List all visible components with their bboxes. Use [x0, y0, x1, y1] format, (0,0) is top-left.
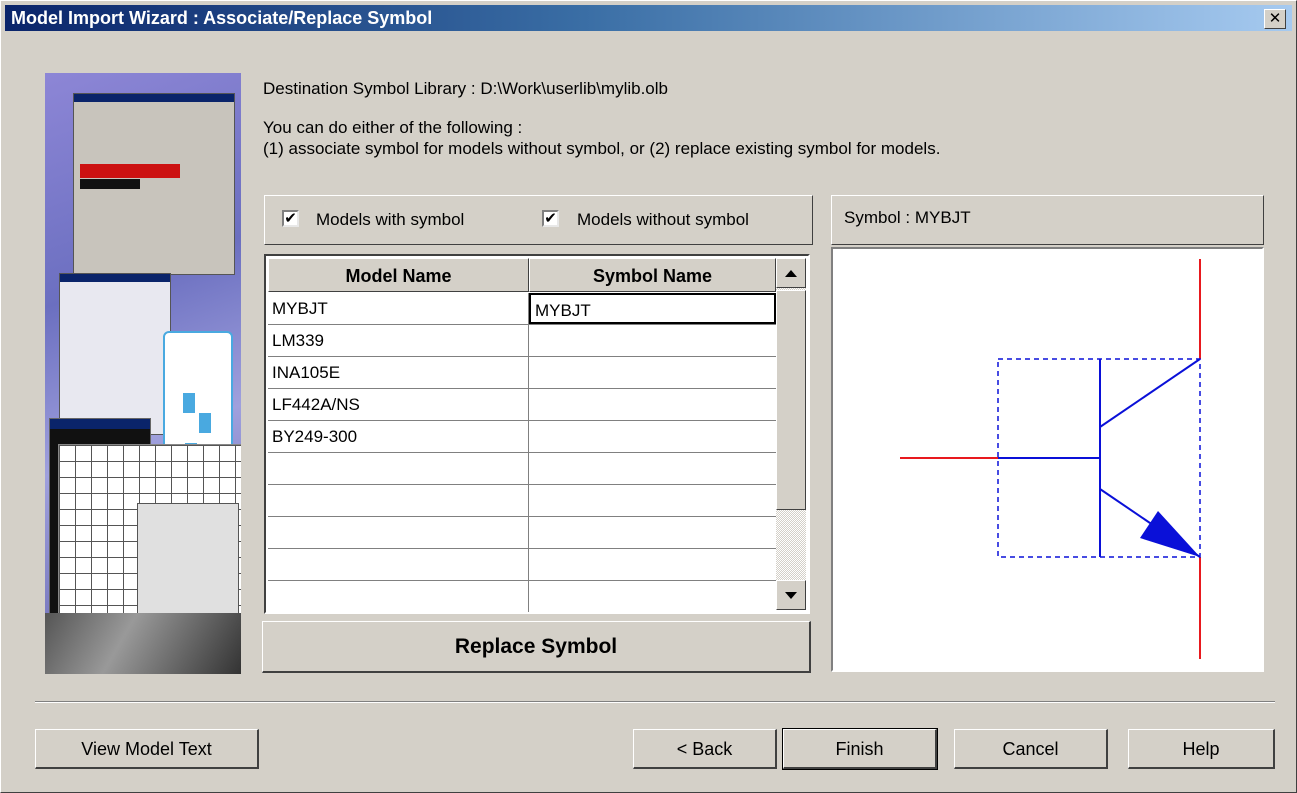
title-bar: Model Import Wizard : Associate/Replace …: [5, 5, 1292, 31]
empty-cell[interactable]: [529, 453, 776, 484]
table-row[interactable]: LM339: [268, 325, 776, 357]
bjt-symbol-graphic: [900, 259, 1201, 659]
table-row[interactable]: INA105E: [268, 357, 776, 389]
model-name-cell[interactable]: MYBJT: [268, 293, 529, 324]
models-with-symbol-checkbox[interactable]: ✔: [282, 210, 299, 227]
emitter-arrow: [1140, 511, 1200, 557]
table-row-empty[interactable]: [268, 453, 776, 485]
empty-cell[interactable]: [268, 549, 529, 580]
illustration-window-2: [59, 273, 171, 435]
illustration-waveform: [49, 418, 241, 674]
instruction-text-2: (1) associate symbol for models without …: [263, 139, 941, 158]
column-header-model-name[interactable]: Model Name: [268, 258, 529, 292]
table-row[interactable]: BY249-300: [268, 421, 776, 453]
collector-lead: [1099, 358, 1201, 428]
model-symbol-grid[interactable]: Model Name Symbol Name MYBJT MYBJT LM339…: [264, 254, 810, 614]
symbol-preview-header: Symbol : MYBJT: [831, 195, 1264, 245]
filter-panel: ✔ Models with symbol ✔ Models without sy…: [264, 195, 813, 245]
cancel-button[interactable]: Cancel: [954, 729, 1108, 769]
instruction-text-1: You can do either of the following :: [263, 118, 523, 137]
table-row-empty[interactable]: [268, 549, 776, 581]
models-without-symbol-label[interactable]: Models without symbol: [577, 210, 749, 230]
finish-button[interactable]: Finish: [782, 728, 938, 770]
empty-cell[interactable]: [268, 581, 529, 612]
model-name-cell[interactable]: INA105E: [268, 357, 529, 388]
symbol-name-cell[interactable]: [529, 357, 776, 388]
table-row-empty[interactable]: [268, 581, 776, 613]
table-row[interactable]: LF442A/NS: [268, 389, 776, 421]
close-icon: ✕: [1268, 10, 1282, 27]
scroll-thumb[interactable]: [776, 290, 806, 510]
model-name-cell[interactable]: BY249-300: [268, 421, 529, 452]
table-row[interactable]: MYBJT MYBJT: [268, 293, 776, 325]
table-row-empty[interactable]: [268, 485, 776, 517]
view-model-text-button[interactable]: View Model Text: [35, 729, 259, 769]
models-without-symbol-checkbox[interactable]: ✔: [542, 210, 559, 227]
close-button[interactable]: ✕: [1264, 9, 1286, 29]
symbol-name-cell[interactable]: [529, 389, 776, 420]
illustration-window-1: [73, 93, 235, 275]
replace-symbol-button[interactable]: Replace Symbol: [262, 621, 811, 673]
vertical-scrollbar[interactable]: [776, 258, 806, 610]
down-arrow-icon: [785, 591, 797, 599]
models-with-symbol-label[interactable]: Models with symbol: [316, 210, 464, 230]
empty-cell[interactable]: [268, 485, 529, 516]
empty-cell[interactable]: [268, 453, 529, 484]
scroll-up-button[interactable]: [776, 258, 806, 288]
scroll-down-button[interactable]: [776, 580, 806, 610]
empty-cell[interactable]: [529, 549, 776, 580]
illustration-table: [137, 503, 239, 615]
symbol-name-cell[interactable]: [529, 325, 776, 356]
checkmark-icon: ✔: [544, 210, 557, 227]
empty-cell[interactable]: [529, 485, 776, 516]
model-name-cell[interactable]: LF442A/NS: [268, 389, 529, 420]
up-arrow-icon: [785, 269, 797, 277]
symbol-name-cell[interactable]: MYBJT: [529, 293, 776, 324]
button-separator: [35, 701, 1275, 703]
checkmark-icon: ✔: [284, 210, 297, 227]
destination-library-label: Destination Symbol Library : D:\Work\use…: [263, 79, 668, 98]
empty-cell[interactable]: [268, 517, 529, 548]
illustration-footer: [45, 613, 241, 674]
empty-cell[interactable]: [529, 581, 776, 612]
symbol-preview-canvas: [831, 247, 1264, 672]
table-row-empty[interactable]: [268, 517, 776, 549]
symbol-name-cell[interactable]: [529, 421, 776, 452]
column-header-symbol-name[interactable]: Symbol Name: [529, 258, 776, 292]
symbol-preview-label: Symbol : MYBJT: [844, 208, 971, 227]
wizard-illustration: [45, 73, 241, 674]
window-title: Model Import Wizard : Associate/Replace …: [11, 8, 433, 28]
help-button[interactable]: Help: [1128, 729, 1275, 769]
wizard-window: Model Import Wizard : Associate/Replace …: [0, 0, 1297, 793]
back-button[interactable]: < Back: [633, 729, 777, 769]
empty-cell[interactable]: [529, 517, 776, 548]
model-name-cell[interactable]: LM339: [268, 325, 529, 356]
